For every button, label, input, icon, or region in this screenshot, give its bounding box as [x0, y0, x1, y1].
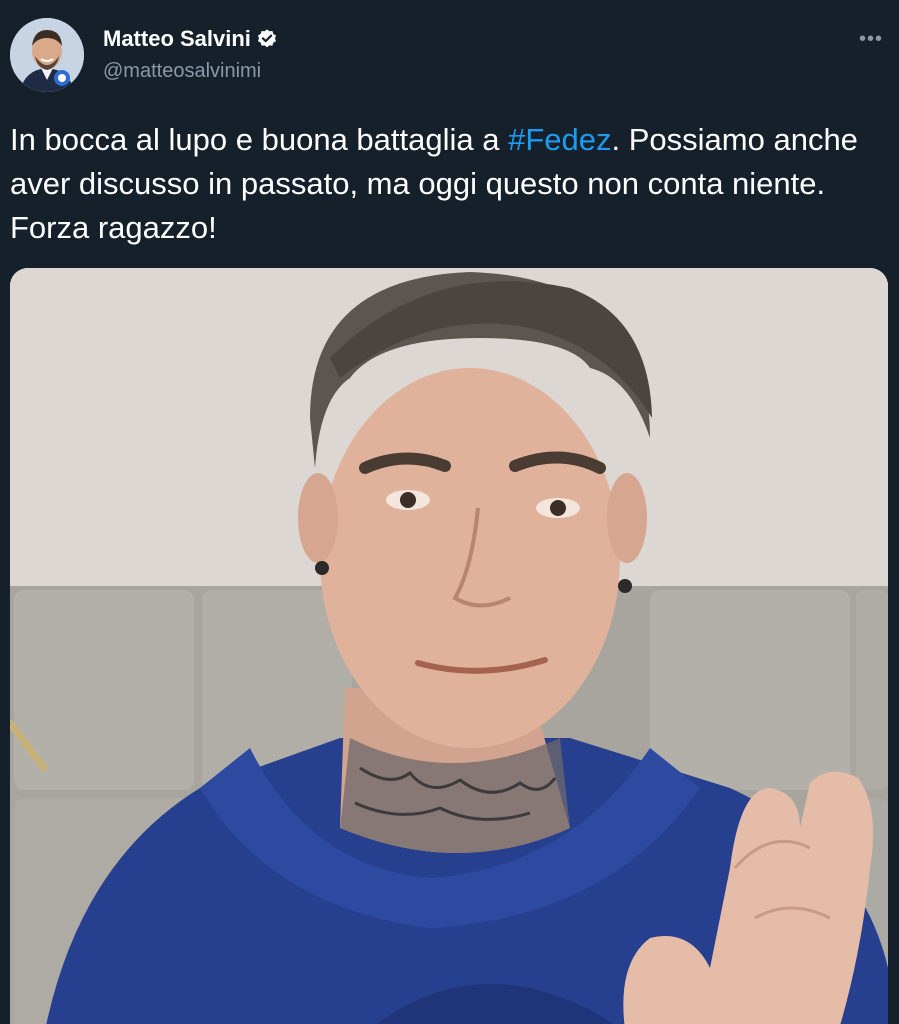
- more-options-icon[interactable]: •••: [859, 29, 883, 49]
- verified-badge-icon: [256, 28, 278, 50]
- display-name[interactable]: Matteo Salvini: [103, 26, 251, 52]
- author-names: Matteo Salvini @matteosalvinimi: [103, 26, 278, 84]
- handle[interactable]: @matteosalvinimi: [103, 58, 278, 84]
- hashtag-link[interactable]: #Fedez: [508, 122, 611, 157]
- avatar[interactable]: [10, 18, 84, 92]
- tweet-header: Matteo Salvini @matteosalvinimi: [10, 18, 278, 92]
- tweet-text-part1: In bocca al lupo e buona battaglia a: [10, 122, 509, 157]
- tweet: Matteo Salvini @matteosalvinimi ••• In b…: [0, 0, 899, 1024]
- tweet-media-image[interactable]: [10, 268, 888, 1024]
- tweet-text: In bocca al lupo e buona battaglia a #Fe…: [10, 118, 885, 250]
- display-name-row: Matteo Salvini: [103, 26, 278, 52]
